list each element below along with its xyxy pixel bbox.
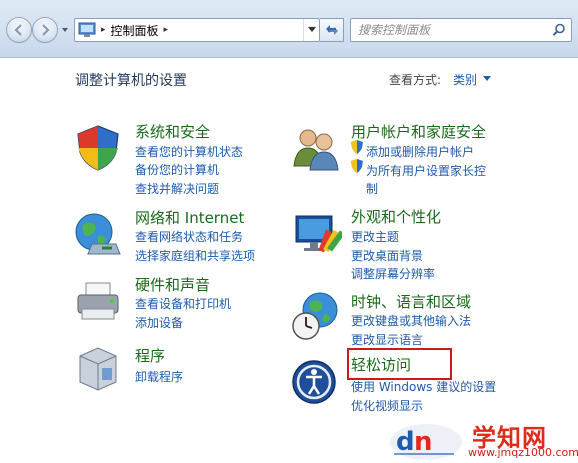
page-title: 调整计算机的设置 — [75, 73, 187, 89]
refresh-icon — [325, 25, 338, 35]
address-dropdown-button[interactable] — [303, 19, 319, 41]
link-devices-printers[interactable]: 查看设备和打印机 — [135, 295, 231, 312]
appearance-monitor-icon[interactable] — [290, 208, 342, 260]
ease-of-access-icon[interactable] — [290, 358, 342, 410]
chevron-down-icon — [307, 27, 316, 32]
link-change-theme[interactable]: 更改主题 — [351, 228, 399, 245]
link-windows-recommended-settings[interactable]: 使用 Windows 建议的设置 — [351, 378, 496, 395]
link-troubleshoot[interactable]: 查找并解决问题 — [135, 180, 219, 197]
address-bar[interactable]: ▸ 控制面板 ▸ — [74, 18, 320, 42]
watermark-url: www.jmqz1000.com — [468, 446, 578, 459]
category-appearance[interactable]: 外观和个性化 — [351, 206, 441, 227]
link-view-computer-status[interactable]: 查看您的计算机状态 — [135, 143, 243, 160]
link-change-display-language[interactable]: 更改显示语言 — [351, 331, 423, 348]
view-by-label: 查看方式: — [389, 73, 442, 87]
clock-globe-icon[interactable] — [290, 290, 342, 342]
uac-shield-icon — [351, 140, 363, 154]
forward-button[interactable] — [32, 17, 58, 43]
category-clock-language-region[interactable]: 时钟、语言和区域 — [351, 291, 471, 312]
breadcrumb-separator[interactable]: ▸ — [164, 25, 169, 35]
back-button[interactable] — [6, 17, 32, 43]
svg-text:d: d — [396, 427, 415, 457]
uac-shield-icon — [351, 159, 363, 173]
category-hardware-sound[interactable]: 硬件和声音 — [135, 274, 210, 295]
search-box[interactable] — [350, 18, 572, 42]
svg-text:n: n — [414, 427, 433, 457]
view-by-dropdown[interactable]: 类别 — [453, 71, 477, 88]
breadcrumb-separator: ▸ — [101, 25, 106, 35]
view-by-chevron-down-icon[interactable] — [483, 76, 491, 82]
refresh-button[interactable] — [320, 18, 344, 42]
control-panel-content: 调整计算机的设置 查看方式: 类别 系统和安全 查看您的计算机状态 备份您的计算… — [0, 58, 578, 463]
link-homegroup-sharing[interactable]: 选择家庭组和共享选项 — [135, 247, 255, 264]
forward-arrow-icon — [42, 24, 50, 36]
category-programs[interactable]: 程序 — [135, 345, 165, 366]
link-add-device[interactable]: 添加设备 — [135, 314, 183, 331]
navigation-bar: ▸ 控制面板 ▸ — [0, 0, 578, 58]
hardware-printer-icon[interactable] — [72, 275, 124, 327]
link-network-status[interactable]: 查看网络状态和任务 — [135, 228, 243, 245]
user-accounts-people-icon[interactable] — [290, 122, 342, 174]
link-parental-controls[interactable]: 为所有用户设置家长控 — [366, 162, 486, 179]
category-network-internet[interactable]: 网络和 Internet — [135, 207, 244, 228]
link-adjust-resolution[interactable]: 调整屏幕分辨率 — [351, 265, 435, 282]
link-change-desktop-background[interactable]: 更改桌面背景 — [351, 247, 423, 264]
programs-box-icon[interactable] — [72, 342, 124, 394]
network-globe-icon[interactable] — [72, 208, 124, 260]
search-input[interactable] — [358, 23, 548, 37]
recent-pages-dropdown-icon[interactable] — [61, 26, 69, 34]
back-arrow-icon — [14, 24, 22, 36]
link-change-input-method[interactable]: 更改键盘或其他输入法 — [351, 312, 471, 329]
category-system-security[interactable]: 系统和安全 — [135, 121, 210, 142]
highlight-annotation-box — [347, 348, 452, 380]
search-icon[interactable] — [552, 23, 566, 37]
link-backup-computer[interactable]: 备份您的计算机 — [135, 161, 219, 178]
link-add-remove-accounts[interactable]: 添加或删除用户帐户 — [366, 143, 474, 160]
link-optimize-visual-display[interactable]: 优化视频显示 — [351, 397, 423, 414]
category-user-accounts[interactable]: 用户帐户和家庭安全 — [351, 121, 486, 142]
link-uninstall-program[interactable]: 卸载程序 — [135, 368, 183, 385]
system-security-shield-icon[interactable] — [72, 122, 124, 174]
link-parental-controls-cont[interactable]: 制 — [366, 180, 378, 197]
control-panel-icon — [78, 22, 96, 37]
breadcrumb-control-panel[interactable]: 控制面板 — [111, 22, 159, 39]
